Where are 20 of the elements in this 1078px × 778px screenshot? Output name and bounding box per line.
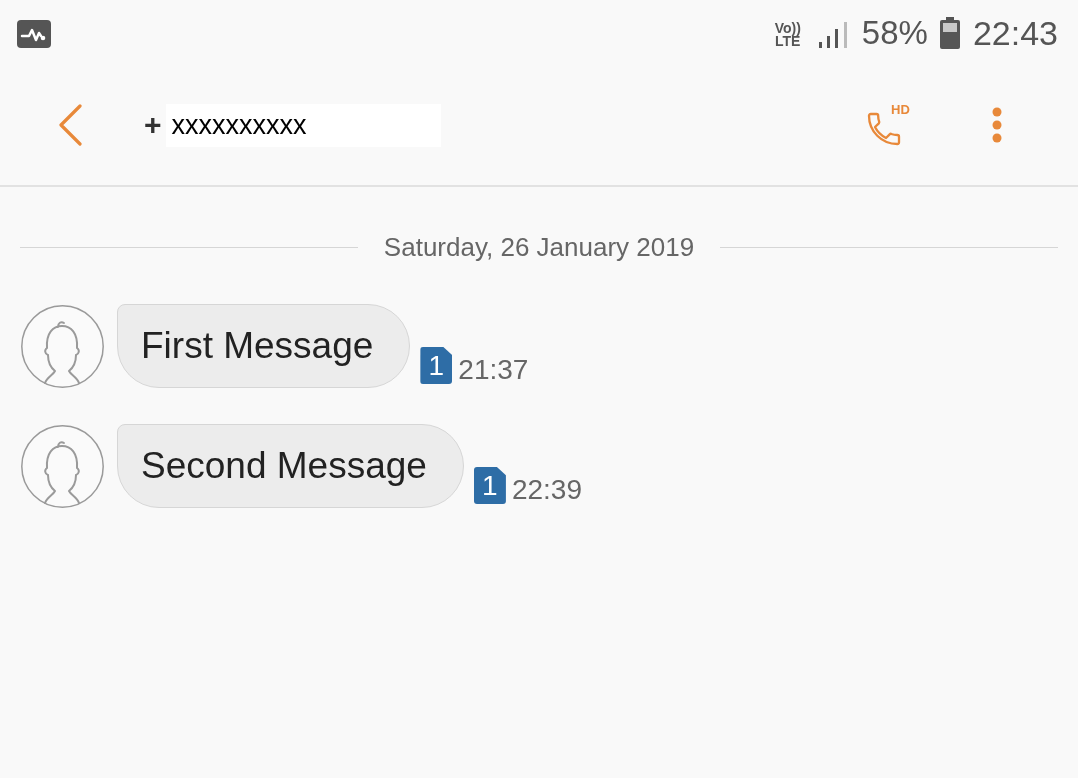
message-time: 22:39 — [511, 476, 582, 504]
pulse-icon — [17, 19, 51, 48]
avatar-icon — [21, 425, 104, 508]
contact-number: xxxxxxxxxx — [165, 103, 441, 147]
date-separator: Saturday, 26 January 2019 — [383, 234, 695, 260]
hd-call-button[interactable]: HD — [863, 100, 917, 150]
clock-time: 22:43 — [972, 15, 1058, 50]
contact-prefix: + — [144, 110, 162, 140]
more-menu-icon — [992, 107, 1002, 143]
signal-icon — [818, 21, 850, 48]
message-bubble: First Message — [117, 304, 411, 388]
avatar-icon — [21, 305, 104, 388]
battery-icon — [939, 16, 960, 49]
message-time: 21:37 — [458, 356, 529, 384]
sim-badge: 1 — [420, 347, 453, 384]
back-chevron-icon — [58, 104, 82, 146]
message-bubble: Second Message — [117, 424, 464, 508]
sim-badge: 1 — [473, 467, 506, 504]
battery-percent: 58% — [861, 16, 928, 49]
volte-label: Vo)) — [774, 21, 801, 35]
